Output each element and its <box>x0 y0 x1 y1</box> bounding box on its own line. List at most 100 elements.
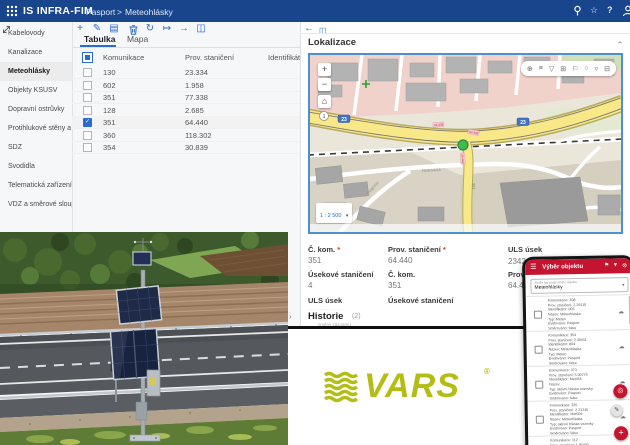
section-chevron-icon[interactable]: › <box>289 312 292 321</box>
tab-tabulka[interactable]: Tabulka <box>84 34 116 44</box>
item-checkbox[interactable] <box>536 416 544 424</box>
sidebar-item-dopravni-ostruvky[interactable]: Dopravní ostrůvky <box>0 100 72 119</box>
cell-stanizeni: 77.338 <box>185 93 208 102</box>
svg-text:64.440: 64.440 <box>460 154 465 164</box>
phone-screen: ☰ Výběr objektu ⚑ ▼ ⊗ Zvolte typ pasport… <box>525 258 630 445</box>
row-checkbox[interactable] <box>83 106 92 115</box>
tab-mapa[interactable]: Mapa <box>127 34 148 44</box>
dropdown-caret-icon: ▾ <box>622 282 624 288</box>
cloud-icon[interactable]: ☁ <box>618 308 624 315</box>
historie-count: (2) <box>352 313 361 320</box>
breadcrumb-pasport[interactable]: Pasport <box>86 7 115 17</box>
star-icon[interactable]: ☆ <box>590 5 598 16</box>
layers-icon[interactable]: ≡ <box>539 65 543 72</box>
field-value-prov-stanizeni[interactable]: 64.440 <box>388 256 412 265</box>
scale-selector[interactable]: 1 : 2 500 ▾ <box>316 203 352 223</box>
table-row[interactable]: 128 2.685 <box>72 104 300 117</box>
select-all-checkbox[interactable] <box>82 52 93 63</box>
circle-select-icon[interactable]: ○ <box>584 65 588 72</box>
help-icon[interactable]: ? <box>607 5 613 15</box>
street-label: Hrotovická <box>422 167 442 173</box>
zoom-out-button[interactable]: − <box>318 78 331 91</box>
row-checkbox[interactable] <box>83 93 92 102</box>
meteo-station-photo <box>0 232 288 445</box>
row-checkbox-checked[interactable]: ✓ <box>83 118 92 127</box>
object-type-dropdown[interactable]: Zvolte typ pasportního objektu Meteohlás… <box>530 277 628 294</box>
table-row[interactable]: 354 30.839 <box>72 141 300 154</box>
item-checkbox[interactable] <box>535 381 543 389</box>
flag-icon[interactable]: ⚑ <box>604 262 609 268</box>
sidebar-item-kanalizace[interactable]: Kanalizace <box>0 43 72 62</box>
sidebar-item-kabelovody[interactable]: Kabelovody <box>0 24 72 43</box>
scale-caret-icon: ▾ <box>346 213 349 219</box>
field-label: Úsekové staničení <box>388 296 453 305</box>
menu-icon[interactable]: ☰ <box>530 263 536 271</box>
route-shield-23b: 23 <box>517 118 529 126</box>
field-value-c-kom[interactable]: 351 <box>308 256 321 265</box>
close-circle-icon[interactable]: ⊗ <box>622 262 627 269</box>
row-checkbox[interactable] <box>83 81 92 90</box>
cell-stanizeni: 1.958 <box>185 81 204 90</box>
pin-icon[interactable] <box>572 5 583 16</box>
user-icon[interactable] <box>622 5 630 17</box>
table-row[interactable]: 360 118.302 <box>72 129 300 142</box>
item-text: Komunikace: 354 Prov. staničení: 2.30911… <box>548 332 611 366</box>
app-launcher-icon[interactable] <box>6 5 18 17</box>
collapse-chevron-icon[interactable]: › <box>615 41 624 44</box>
tab-divider <box>72 47 300 48</box>
field-value-c-kom-2[interactable]: 351 <box>388 281 401 290</box>
filter-funnel-icon[interactable]: ▼ <box>613 262 619 268</box>
svg-text:23: 23 <box>520 120 526 126</box>
cloud-icon[interactable]: ☁ <box>619 343 625 350</box>
print-icon[interactable]: ⊟ <box>604 65 610 73</box>
list-item[interactable]: Komunikace: 354 Prov. staničení: 2.30911… <box>526 329 630 367</box>
app-root: IS INFRA-FIM Pasport > Meteohlásky ☆ ? +… <box>0 0 630 445</box>
row-checkbox[interactable] <box>83 131 92 140</box>
map-toolbar: ⊕ ≡ ▽ ⊞ ⚐ ○ ▿ ⊟ <box>521 61 616 76</box>
sidebar-item-label: SDZ <box>8 144 22 151</box>
selected-object-marker[interactable] <box>458 140 468 150</box>
home-button[interactable]: ⌂ <box>318 95 331 108</box>
measure-icon[interactable]: ⊞ <box>560 65 566 73</box>
sidebar-item-protihlukove-steny[interactable]: Protihlukové stěny a valy <box>0 119 72 138</box>
sidebar-item-objekty-ksusv[interactable]: Objekty KSUSV <box>0 81 72 100</box>
column-header-prov-stanizeni[interactable]: Prov. staničení <box>185 53 234 62</box>
cell-komunikace: 602 <box>103 81 116 90</box>
phone-header: ☰ Výběr objektu ⚑ ▼ ⊗ <box>525 258 630 275</box>
breadcrumb-meteohlasky[interactable]: Meteohlásky <box>125 7 173 17</box>
map-canvas[interactable]: 64.438 64.439 64.440 23 23 1 Riegrova Hr… <box>308 53 623 234</box>
svg-text:23: 23 <box>341 117 347 123</box>
sidebar-item-telematicka-zarizeni[interactable]: Telematická zařízení <box>0 176 72 195</box>
sidebar-item-vdz-sloupky[interactable]: VDZ a směrové sloupky <box>0 195 72 214</box>
historie-title[interactable]: Historie <box>308 311 343 322</box>
table-row[interactable]: 130 23.334 <box>72 66 300 79</box>
filter-icon[interactable]: ▽ <box>549 65 554 73</box>
row-checkbox[interactable] <box>83 143 92 152</box>
app-title: IS INFRA-FIM <box>23 5 93 17</box>
field-label: Č. kom. <box>388 270 415 279</box>
mobile-app-overlay: ☰ Výběr objektu ⚑ ▼ ⊗ Zvolte typ pasport… <box>522 255 630 445</box>
panel-divider <box>300 33 630 34</box>
column-header-identifikator[interactable]: Identifikátor <box>268 53 300 62</box>
table-row-selected[interactable]: ✓ 351 64.440 <box>72 116 300 129</box>
sidebar-item-sdz[interactable]: SDZ <box>0 138 72 157</box>
sidebar-item-label: VDZ a směrové sloupky <box>8 201 72 208</box>
funnel-icon[interactable]: ▿ <box>595 65 599 73</box>
table-row[interactable]: 351 77.338 <box>72 91 300 104</box>
field-value-usekove-stanizeni[interactable]: 4 <box>308 281 312 290</box>
basemap-icon[interactable]: ⊕ <box>527 65 533 73</box>
breadcrumb-separator: > <box>117 7 122 17</box>
item-checkbox[interactable] <box>534 311 542 319</box>
table-row[interactable]: 602 1.958 <box>72 79 300 92</box>
zoom-in-button[interactable]: + <box>318 63 331 76</box>
row-checkbox[interactable] <box>83 68 92 77</box>
cell-stanizeni: 30.839 <box>185 143 208 152</box>
cell-komunikace: 351 <box>103 118 116 127</box>
sidebar-item-label: Telematická zařízení <box>8 182 72 189</box>
flag-icon[interactable]: ⚐ <box>572 65 578 73</box>
list-item[interactable]: Komunikace: 108 Prov. staničení: 2.29110… <box>526 294 630 332</box>
sidebar-item-meteohlasky[interactable]: Meteohlásky <box>0 62 72 81</box>
sidebar-item-svodidla[interactable]: Svodidla <box>0 157 72 176</box>
column-header-komunikace[interactable]: Komunikace <box>103 53 144 62</box>
item-checkbox[interactable] <box>535 346 543 354</box>
